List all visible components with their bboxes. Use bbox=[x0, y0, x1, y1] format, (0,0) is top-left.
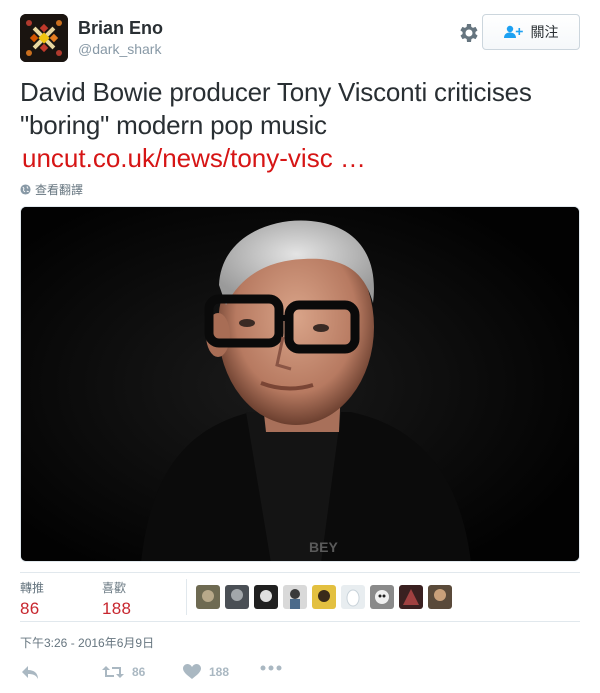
follow-button-label: 關注 bbox=[530, 24, 559, 40]
gear-icon[interactable] bbox=[456, 21, 480, 45]
tweet-stats: 轉推 86 喜歡 188 bbox=[20, 572, 580, 622]
liker-avatar[interactable] bbox=[370, 585, 394, 609]
tweet-header: Brian Eno @dark_shark 關注 bbox=[20, 14, 580, 64]
reply-button[interactable] bbox=[20, 664, 40, 680]
more-button[interactable] bbox=[260, 664, 282, 672]
like-stat-label: 喜歡 bbox=[102, 581, 127, 595]
liker-avatars bbox=[196, 585, 452, 609]
user-avatar[interactable] bbox=[20, 14, 68, 62]
translate-link[interactable]: 查看翻譯 bbox=[20, 181, 83, 198]
egg-avatar[interactable] bbox=[341, 585, 365, 609]
reply-icon bbox=[20, 664, 40, 680]
retweet-stat[interactable]: 轉推 86 bbox=[20, 579, 44, 619]
like-stat[interactable]: 喜歡 188 bbox=[102, 579, 131, 619]
heart-icon bbox=[183, 664, 201, 680]
translate-label: 查看翻譯 bbox=[35, 183, 84, 197]
globe-icon bbox=[20, 184, 31, 195]
stats-divider bbox=[186, 579, 187, 615]
like-count: 188 bbox=[209, 665, 230, 679]
like-stat-value: 188 bbox=[102, 599, 132, 618]
tweet-text: David Bowie producer Tony Visconti criti… bbox=[20, 77, 532, 140]
liker-avatar[interactable] bbox=[312, 585, 336, 609]
user-handle[interactable]: @dark_shark bbox=[78, 41, 161, 57]
retweet-button[interactable]: 86 bbox=[102, 664, 145, 680]
liker-avatar[interactable] bbox=[225, 585, 249, 609]
more-icon bbox=[260, 664, 282, 672]
liker-avatar[interactable] bbox=[428, 585, 452, 609]
retweet-stat-label: 轉推 bbox=[20, 581, 45, 595]
liker-avatar[interactable] bbox=[254, 585, 278, 609]
retweet-stat-value: 86 bbox=[20, 599, 40, 618]
user-display-name[interactable]: Brian Eno bbox=[78, 18, 163, 39]
like-button[interactable]: 188 bbox=[183, 664, 229, 680]
tweet-link[interactable]: uncut.co.uk/news/tony-visc … bbox=[22, 143, 366, 174]
liker-avatar[interactable] bbox=[283, 585, 307, 609]
liker-avatar[interactable] bbox=[399, 585, 423, 609]
follow-user-icon bbox=[503, 25, 524, 39]
follow-button[interactable]: 關注 bbox=[482, 14, 580, 50]
retweet-icon bbox=[102, 664, 124, 680]
liker-avatar[interactable] bbox=[196, 585, 220, 609]
svg-text:BEY: BEY bbox=[309, 539, 338, 555]
tweet-photo[interactable]: BEY bbox=[20, 206, 580, 562]
retweet-count: 86 bbox=[132, 665, 146, 679]
tweet-actions: 86 188 bbox=[20, 662, 580, 688]
tweet-timestamp[interactable]: 下午3:26 - 2016年6月9日 bbox=[20, 634, 154, 651]
